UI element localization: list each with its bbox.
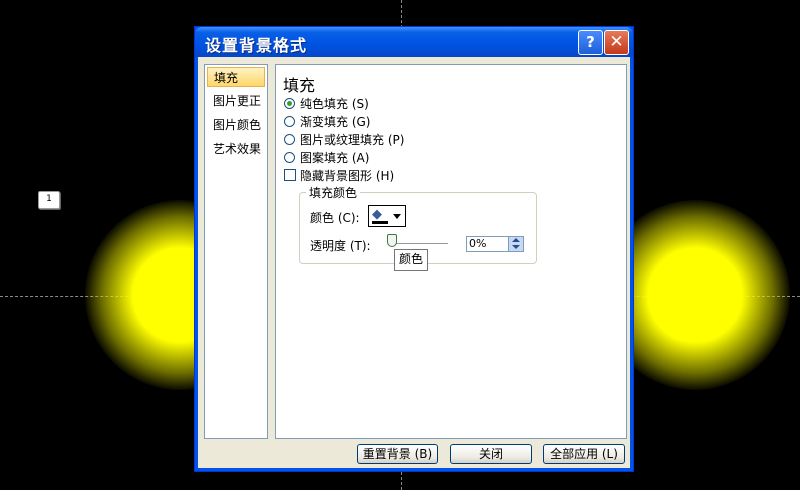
transparency-input[interactable]: 0%: [466, 236, 524, 252]
nav-item-picture-corrections[interactable]: 图片更正: [207, 91, 265, 111]
slide-number-badge: 1: [38, 191, 60, 209]
transparency-spinner[interactable]: [508, 237, 523, 251]
transparency-value: 0%: [469, 237, 487, 250]
dropdown-arrow-icon: [393, 214, 401, 219]
category-nav: 填充 图片更正 图片颜色 艺术效果: [204, 64, 268, 439]
hide-background-label: 隐藏背景图形 (H): [300, 169, 395, 183]
solid-fill-label: 纯色填充 (S): [300, 97, 369, 111]
fill-color-group-title: 填充颜色: [306, 184, 361, 201]
transparency-slider-thumb[interactable]: [387, 234, 397, 247]
gradient-fill-label: 渐变填充 (G): [300, 115, 371, 129]
reset-background-button[interactable]: 重置背景 (B): [357, 444, 438, 464]
solid-fill-radio[interactable]: [284, 98, 295, 109]
nav-item-fill[interactable]: 填充: [207, 67, 265, 87]
pattern-fill-radio[interactable]: [284, 152, 295, 163]
help-button[interactable]: ?: [578, 30, 603, 55]
help-icon: ?: [586, 33, 595, 51]
dialog-title: 设置背景格式: [205, 36, 308, 55]
picture-texture-fill-label: 图片或纹理填充 (P): [300, 133, 405, 147]
nav-item-artistic-effects[interactable]: 艺术效果: [207, 139, 265, 159]
paint-bucket-icon: ◆: [372, 207, 382, 222]
gradient-fill-radio[interactable]: [284, 116, 295, 127]
picture-texture-fill-radio[interactable]: [284, 134, 295, 145]
spin-up-icon[interactable]: [512, 238, 520, 242]
hide-background-checkbox[interactable]: [284, 169, 296, 181]
close-window-button[interactable]: ✕: [604, 30, 629, 55]
apply-to-all-button[interactable]: 全部应用 (L): [543, 444, 625, 464]
transparency-slider-track[interactable]: [392, 243, 448, 244]
fill-panel: 填充 纯色填充 (S) 渐变填充 (G) 图片或纹理填充 (P) 图案填充 (A…: [275, 64, 627, 439]
close-button[interactable]: 关闭: [450, 444, 532, 464]
format-background-dialog: 设置背景格式 ? ✕ 填充 图片更正 图片颜色 艺术效果 填充 纯色填充 (S)…: [194, 26, 634, 472]
pattern-fill-label: 图案填充 (A): [300, 151, 370, 165]
panel-heading: 填充: [283, 76, 316, 95]
color-tooltip: 颜色: [394, 249, 428, 271]
color-label: 颜色 (C):: [310, 211, 360, 225]
transparency-label: 透明度 (T):: [310, 239, 371, 253]
color-swatch: [372, 221, 388, 224]
spin-down-icon[interactable]: [512, 245, 520, 249]
color-picker-button[interactable]: ◆: [368, 205, 406, 227]
nav-item-picture-color[interactable]: 图片颜色: [207, 115, 265, 135]
dialog-titlebar[interactable]: 设置背景格式 ? ✕: [195, 27, 633, 57]
close-icon: ✕: [609, 32, 624, 52]
